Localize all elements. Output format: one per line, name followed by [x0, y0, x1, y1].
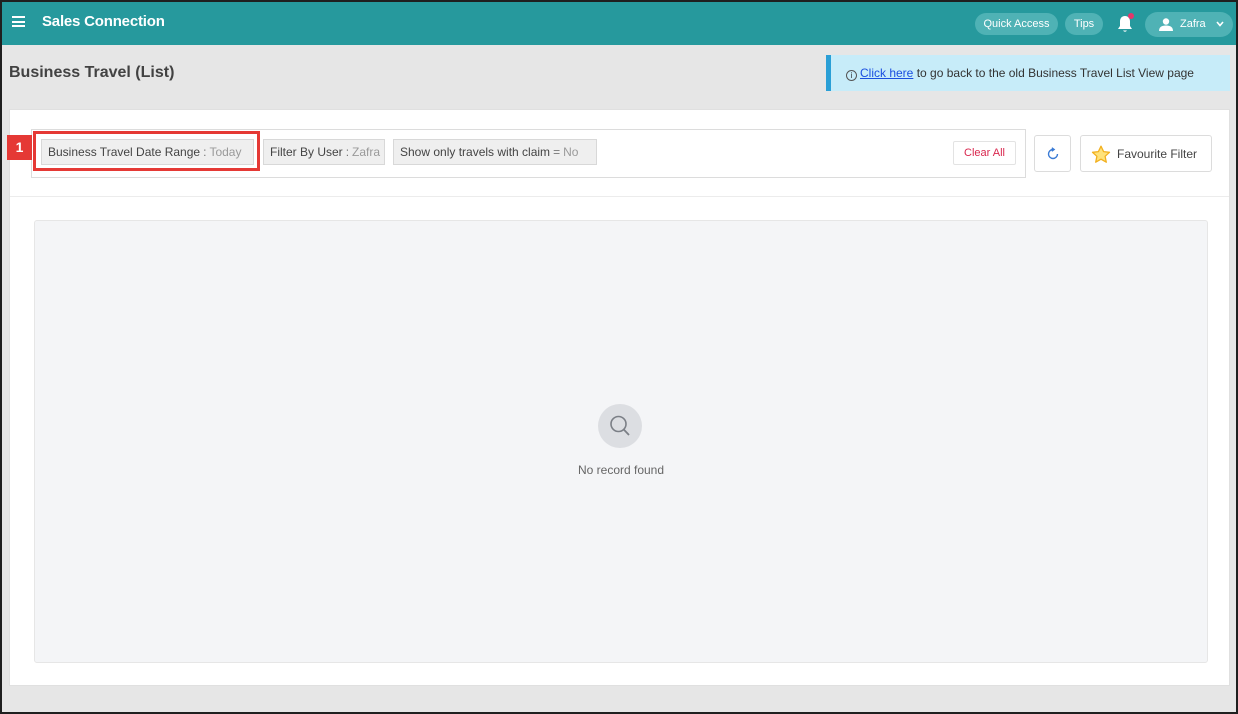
filter-chip-label: Show only travels with claim: [400, 145, 551, 159]
chevron-down-icon: [1216, 21, 1224, 27]
info-banner-text: to go back to the old Business Travel Li…: [913, 66, 1194, 80]
user-name: Zafra: [1180, 18, 1206, 30]
top-navbar: Sales Connection Quick Access Tips Zafra: [2, 2, 1236, 45]
filter-chip-separator: =: [553, 145, 561, 159]
favourite-filter-button[interactable]: Favourite Filter: [1080, 135, 1212, 172]
app-window: Sales Connection Quick Access Tips Zafra…: [0, 0, 1238, 714]
search-icon: [598, 404, 642, 448]
page-title: Business Travel (List): [9, 64, 175, 81]
annotation-highlight-box: [33, 131, 260, 171]
hamburger-menu-icon[interactable]: [12, 16, 25, 27]
filter-chip-label: Filter By User: [270, 145, 343, 159]
notification-dot: [1128, 13, 1134, 19]
quick-access-button[interactable]: Quick Access: [975, 13, 1058, 35]
filter-chip-separator: :: [345, 145, 350, 159]
clear-all-button[interactable]: Clear All: [953, 141, 1016, 165]
app-title[interactable]: Sales Connection: [42, 13, 165, 30]
results-empty-state: No record found: [34, 220, 1208, 663]
refresh-icon: [1047, 147, 1059, 160]
user-icon: [1159, 18, 1173, 31]
filter-chip-value: No: [563, 145, 579, 159]
empty-state-text: No record found: [577, 463, 665, 477]
filter-chip-value: Zafra: [352, 145, 381, 159]
annotation-badge: 1: [7, 135, 32, 160]
filter-chip-user[interactable]: Filter By User: Zafra: [263, 139, 385, 165]
info-circle-icon: i: [846, 70, 857, 81]
star-icon: [1091, 145, 1111, 163]
refresh-button[interactable]: [1034, 135, 1071, 172]
favourite-filter-label: Favourite Filter: [1117, 147, 1198, 161]
filter-chip-claim[interactable]: Show only travels with claim = No: [393, 139, 597, 165]
user-menu-button[interactable]: Zafra: [1145, 12, 1233, 37]
old-view-info-banner: i Click here to go back to the old Busine…: [826, 55, 1230, 91]
divider: [10, 196, 1229, 197]
old-view-link[interactable]: Click here: [860, 66, 913, 80]
list-card: Business Travel Date Range: Today Filter …: [9, 109, 1230, 686]
tips-button[interactable]: Tips: [1065, 13, 1103, 35]
